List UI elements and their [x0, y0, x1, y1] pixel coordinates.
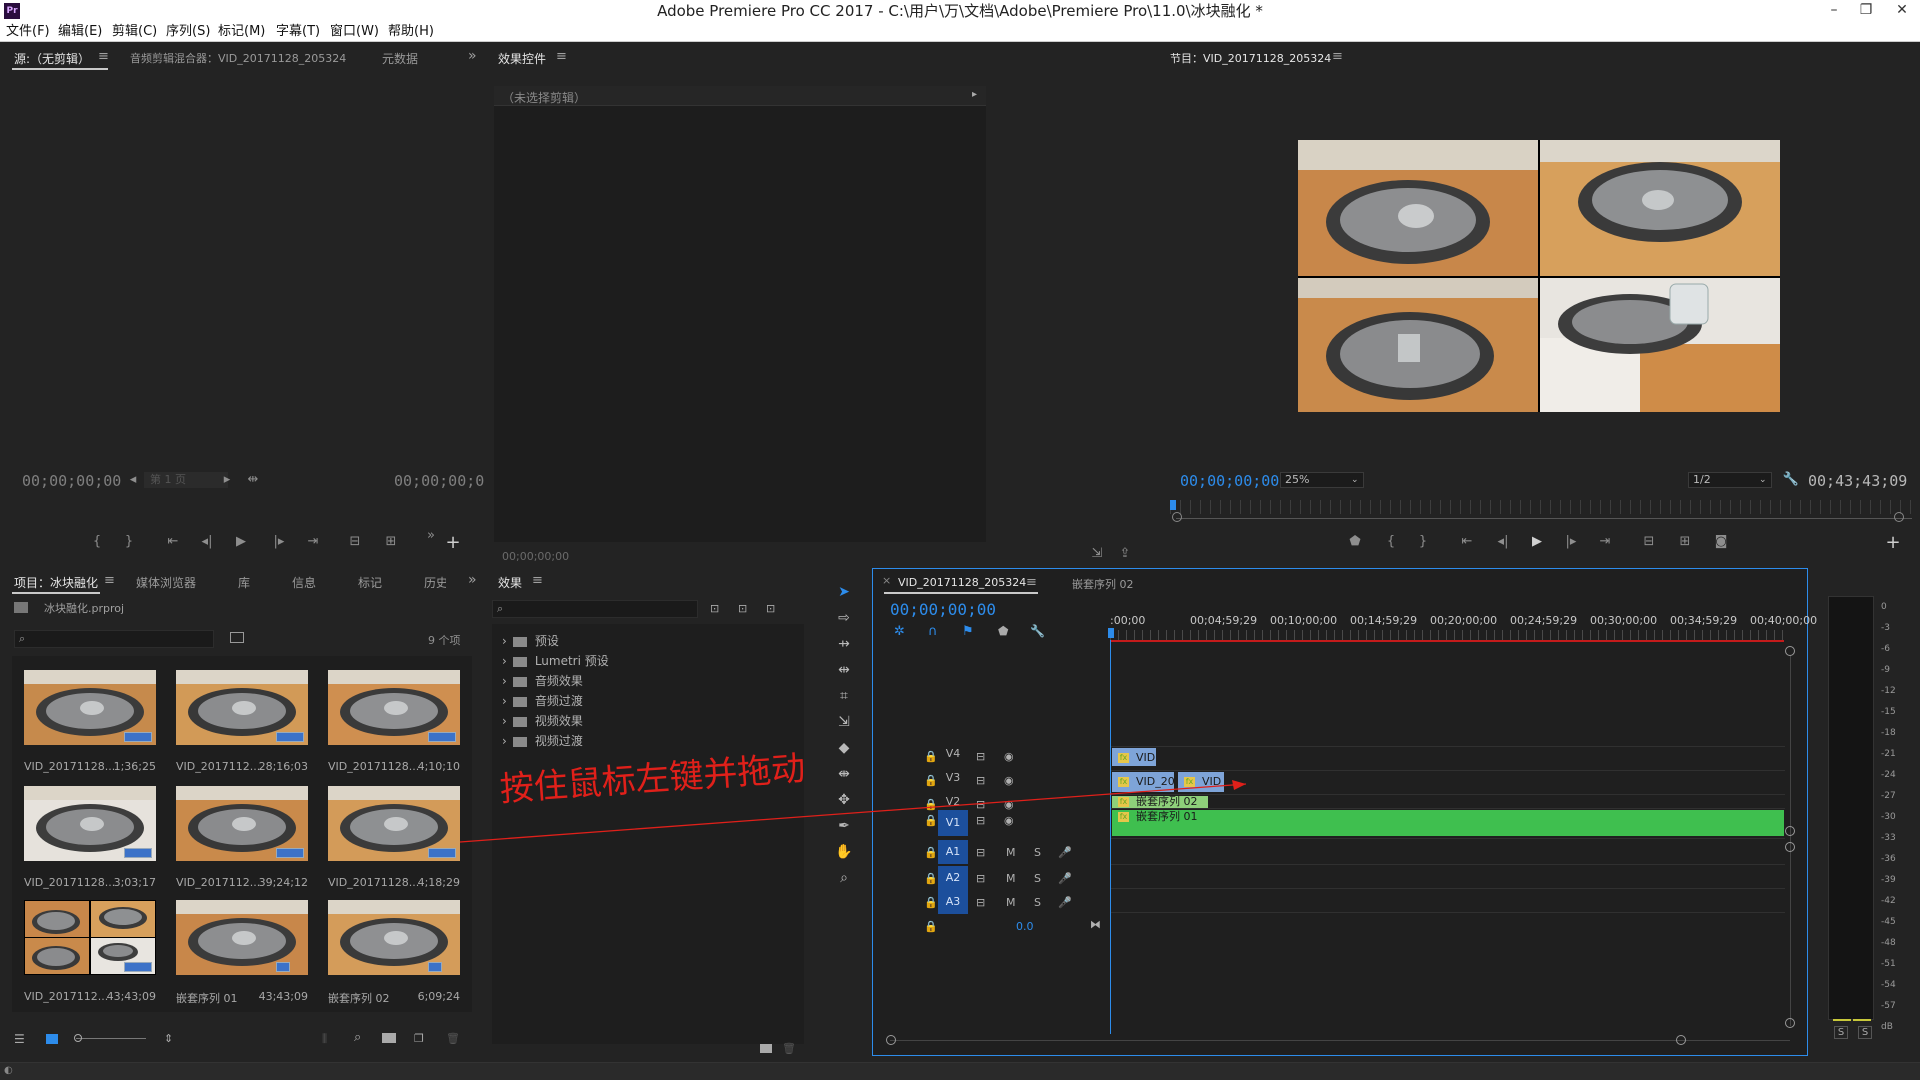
- status-indicator-icon: ◐: [4, 1065, 13, 1076]
- drag-annotation-overlay: [459, 780, 1247, 843]
- status-bar: ◐: [0, 1062, 1920, 1080]
- drag-arrow-head: [1232, 780, 1246, 790]
